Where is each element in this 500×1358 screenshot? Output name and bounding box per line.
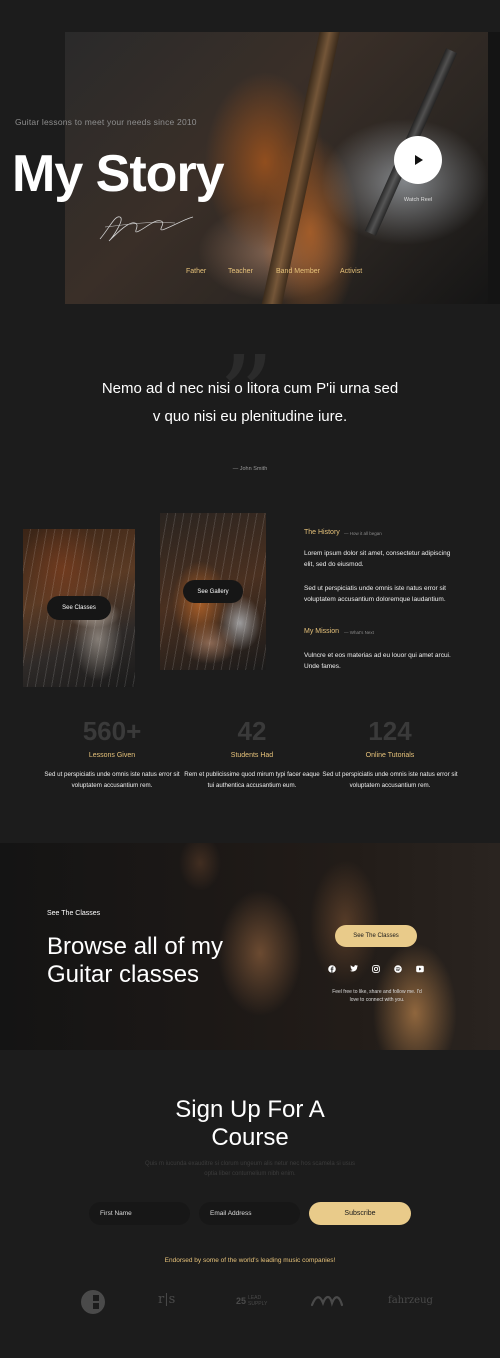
stat-description: Sed ut perspiciatis unde omnis iste natu… [322, 771, 458, 789]
quote-text: Nemo ad d nec nisi o litora cum P'ii urn… [101, 380, 399, 425]
history-paragraph-1: Lorem ipsum dolor sit amet, consectetur … [304, 550, 451, 568]
signup-title: Sign Up For A Course [175, 1096, 325, 1151]
stat-label: Lessons Given [88, 752, 136, 759]
facebook-icon[interactable] [327, 964, 336, 973]
browse-kicker: See The Classes [47, 910, 101, 917]
hero-edge [488, 32, 500, 304]
page-title: My Story [12, 145, 225, 203]
partner-logo-lead-supply: 25 LEAD SUPPLY [236, 1295, 268, 1307]
signature-image [99, 216, 194, 242]
hero-tags: Father Teacher Band Member Activist [186, 268, 362, 275]
see-the-classes-button[interactable]: See The Classes [335, 925, 417, 947]
quote-author: — John Smith [232, 466, 268, 472]
partner-logo-wave [310, 1293, 344, 1309]
stat-number: 124 [368, 716, 412, 746]
stat-label: Students Had [230, 752, 274, 759]
youtube-icon[interactable] [415, 964, 424, 973]
signup-subtitle: Quis m iucunda exauditre si clorum ungeu… [144, 1161, 356, 1177]
social-note: Feel free to like, share and follow me. … [332, 989, 422, 1003]
endorsement-text: Endorsed by some of the world's leading … [164, 1257, 336, 1264]
social-links [327, 964, 424, 973]
first-name-field[interactable]: First Name [89, 1202, 190, 1225]
subscribe-button[interactable]: Subscribe [309, 1202, 411, 1225]
play-icon [415, 155, 423, 165]
stat-lessons: 560+ Lessons Given Sed ut perspiciatis u… [42, 718, 182, 791]
partner-logo-fahrzeug: fahrzeug [388, 1295, 433, 1306]
stat-description: Sed ut perspiciatis unde omnis iste natu… [44, 771, 180, 789]
mission-paragraph: Vulncre et eos materias ad eu louor qui … [304, 652, 451, 670]
stat-number: 42 [237, 716, 267, 746]
hero-subtitle: Guitar lessons to meet your needs since … [15, 117, 197, 127]
tag-band-member[interactable]: Band Member [276, 268, 340, 275]
stat-label: Online Tutorials [365, 752, 415, 759]
see-classes-button[interactable]: See Classes [47, 596, 111, 620]
mission-title: My Mission [304, 628, 340, 635]
twitter-icon[interactable] [349, 964, 358, 973]
email-field[interactable]: Email Address [199, 1202, 300, 1225]
mission-kicker: — What's Next [344, 630, 374, 635]
spotify-icon[interactable] [393, 964, 402, 973]
watch-reel-label[interactable]: Watch Reel [396, 197, 440, 203]
history-title: The History [304, 529, 340, 536]
stat-description: Rem et publicissime quod mirum typi face… [184, 771, 320, 789]
stat-number: 560+ [82, 716, 142, 746]
browse-title: Browse all of my Guitar classes [47, 933, 224, 988]
partner-logo-c [80, 1289, 106, 1315]
partner-logo-rs: r|s [158, 1292, 176, 1307]
see-gallery-button[interactable]: See Gallery [183, 580, 243, 603]
logo-text-line: SUPPLY [248, 1301, 268, 1307]
tag-father[interactable]: Father [186, 268, 228, 275]
watch-reel-button[interactable] [394, 136, 442, 184]
tag-activist[interactable]: Activist [340, 268, 362, 275]
tag-teacher[interactable]: Teacher [228, 268, 276, 275]
instagram-icon[interactable] [371, 964, 380, 973]
history-kicker: — How it all began [344, 531, 382, 536]
stat-students: 42 Students Had Rem et publicissime quod… [182, 718, 322, 791]
history-paragraph-2: Sed ut perspiciatis unde omnis iste natu… [304, 585, 446, 603]
stat-tutorials: 124 Online Tutorials Sed ut perspiciatis… [320, 718, 460, 791]
